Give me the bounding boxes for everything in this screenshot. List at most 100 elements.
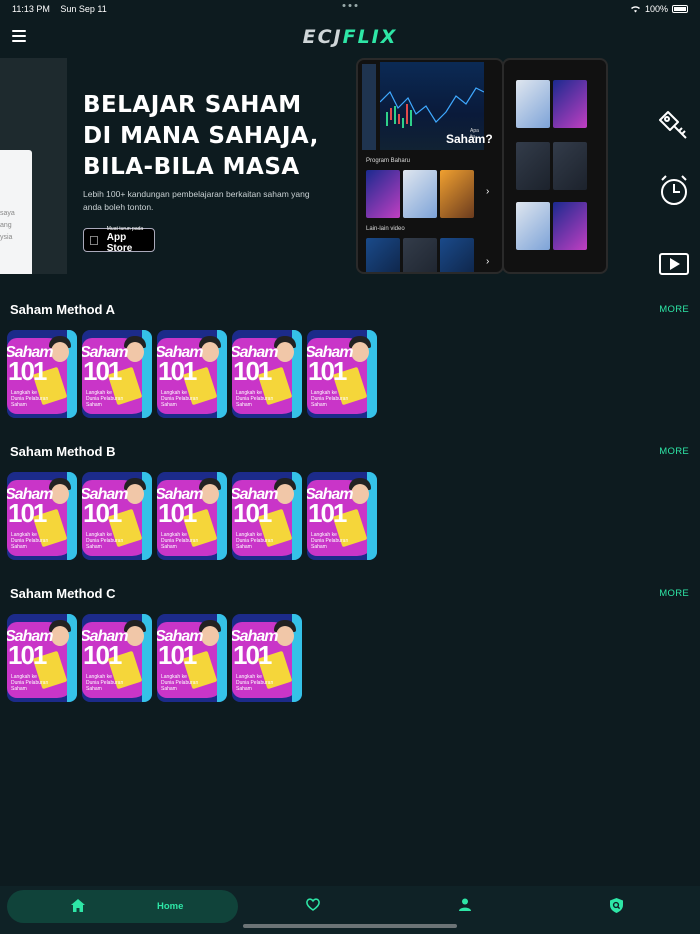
course-row-c: Saham 101 Langkah ke Dunia Pelaburan Saham… bbox=[7, 614, 302, 702]
phone-mockup-main: Apa itu Saham? Program Baharu › Lain-lai… bbox=[356, 58, 504, 274]
phone-thumb bbox=[553, 202, 587, 250]
course-card[interactable]: Saham 101 Langkah ke Dunia Pelaburan Saham bbox=[307, 472, 377, 560]
phone2-row2 bbox=[516, 142, 587, 190]
card-caption: Langkah ke Dunia Pelaburan Saham bbox=[236, 390, 274, 408]
card-number: 101 bbox=[158, 356, 197, 386]
card-number: 101 bbox=[308, 498, 347, 528]
course-row-a: Saham 101 Langkah ke Dunia Pelaburan Saham… bbox=[7, 330, 377, 418]
course-card[interactable]: Saham 101 Langkah ke Dunia Pelaburan Saham bbox=[232, 614, 302, 702]
card-number: 101 bbox=[8, 640, 47, 670]
card-number: 101 bbox=[8, 498, 47, 528]
course-card[interactable]: Saham 101 Langkah ke Dunia Pelaburan Saham bbox=[157, 472, 227, 560]
card-number: 101 bbox=[83, 640, 122, 670]
shield-search-icon[interactable] bbox=[610, 898, 623, 913]
prev-slide-text-3: ysia bbox=[0, 234, 13, 241]
course-card[interactable]: Saham 101 Langkah ke Dunia Pelaburan Saham bbox=[82, 614, 152, 702]
phone-mockup-secondary bbox=[502, 58, 608, 274]
phone-thumb bbox=[403, 170, 437, 218]
status-date: Sun Sep 11 bbox=[60, 4, 107, 14]
card-caption: Langkah ke Dunia Pelaburan Saham bbox=[11, 390, 49, 408]
alarm-clock-icon[interactable] bbox=[656, 172, 692, 208]
card-number: 101 bbox=[158, 498, 197, 528]
course-card[interactable]: Saham 101 Langkah ke Dunia Pelaburan Saham bbox=[7, 614, 77, 702]
key-tag-icon[interactable] bbox=[656, 106, 692, 142]
battery-icon bbox=[672, 5, 688, 13]
logo-part1: ECJ bbox=[302, 26, 343, 48]
heart-icon[interactable] bbox=[306, 898, 320, 911]
card-caption: Langkah ke Dunia Pelaburan Saham bbox=[11, 674, 49, 692]
card-number: 101 bbox=[83, 356, 122, 386]
app-header: ECJFLIX bbox=[0, 20, 700, 54]
phone-other-row bbox=[366, 238, 474, 272]
card-number: 101 bbox=[233, 640, 272, 670]
card-presenter bbox=[126, 484, 144, 504]
wifi-icon bbox=[630, 6, 640, 13]
course-card[interactable]: Saham 101 Langkah ke Dunia Pelaburan Saham bbox=[157, 614, 227, 702]
card-caption: Langkah ke Dunia Pelaburan Saham bbox=[236, 674, 274, 692]
card-caption: Langkah ke Dunia Pelaburan Saham bbox=[11, 532, 49, 550]
course-card[interactable]: Saham 101 Langkah ke Dunia Pelaburan Saham bbox=[157, 330, 227, 418]
hamburger-menu-icon[interactable] bbox=[12, 30, 26, 42]
status-left: 11:13 PM Sun Sep 11 bbox=[12, 4, 115, 14]
course-card[interactable]: Saham 101 Langkah ke Dunia Pelaburan Saham bbox=[82, 330, 152, 418]
apple-icon:  bbox=[89, 234, 99, 247]
phone-featured-video: Apa itu Saham? bbox=[380, 62, 493, 150]
card-caption: Langkah ke Dunia Pelaburan Saham bbox=[311, 532, 349, 550]
card-presenter bbox=[201, 342, 219, 362]
hero-prev-slide-card: saya ang ysia bbox=[0, 150, 32, 274]
status-bar: 11:13 PM Sun Sep 11 100% bbox=[0, 0, 700, 18]
app-logo[interactable]: ECJFLIX bbox=[303, 26, 398, 48]
hero-banner[interactable]: saya ang ysia BELAJAR SAHAM DI MANA SAHA… bbox=[0, 58, 700, 274]
hero-title-line1: BELAJAR SAHAM bbox=[83, 92, 302, 118]
card-number: 101 bbox=[233, 498, 272, 528]
hero-title: BELAJAR SAHAM DI MANA SAHAJA, BILA-BILA … bbox=[83, 90, 353, 183]
hero-title-line3: BILA-BILA MASA bbox=[83, 154, 300, 180]
course-card[interactable]: Saham 101 Langkah ke Dunia Pelaburan Saham bbox=[7, 330, 77, 418]
card-caption: Langkah ke Dunia Pelaburan Saham bbox=[161, 532, 199, 550]
phone-thumb bbox=[440, 238, 474, 272]
card-presenter bbox=[351, 484, 369, 504]
card-presenter bbox=[51, 484, 69, 504]
profile-icon[interactable] bbox=[459, 898, 471, 911]
status-right: 100% bbox=[630, 4, 688, 14]
card-caption: Langkah ke Dunia Pelaburan Saham bbox=[86, 390, 124, 408]
course-card[interactable]: Saham 101 Langkah ke Dunia Pelaburan Saham bbox=[232, 330, 302, 418]
phone-thumb bbox=[366, 170, 400, 218]
nav-home-tab[interactable]: Home bbox=[7, 890, 238, 923]
multitasking-dots-icon[interactable] bbox=[342, 4, 358, 7]
card-number: 101 bbox=[8, 356, 47, 386]
card-caption: Langkah ke Dunia Pelaburan Saham bbox=[311, 390, 349, 408]
card-number: 101 bbox=[158, 640, 197, 670]
card-number: 101 bbox=[83, 498, 122, 528]
status-time: 11:13 PM bbox=[12, 4, 50, 14]
card-caption: Langkah ke Dunia Pelaburan Saham bbox=[86, 532, 124, 550]
phone-program-row bbox=[366, 170, 474, 218]
card-presenter bbox=[201, 484, 219, 504]
section-title-c: Saham Method C bbox=[10, 586, 116, 601]
phone-chevron-right-icon: › bbox=[486, 256, 490, 267]
card-presenter bbox=[276, 484, 294, 504]
home-icon bbox=[71, 899, 85, 912]
appstore-big-text: App Store bbox=[97, 232, 145, 254]
home-indicator[interactable] bbox=[243, 924, 457, 928]
course-card[interactable]: Saham 101 Langkah ke Dunia Pelaburan Saham bbox=[82, 472, 152, 560]
course-card[interactable]: Saham 101 Langkah ke Dunia Pelaburan Saham bbox=[307, 330, 377, 418]
card-caption: Langkah ke Dunia Pelaburan Saham bbox=[161, 390, 199, 408]
course-row-b: Saham 101 Langkah ke Dunia Pelaburan Saham… bbox=[7, 472, 377, 560]
card-number: 101 bbox=[233, 356, 272, 386]
nav-home-label: Home bbox=[157, 901, 184, 912]
card-number: 101 bbox=[308, 356, 347, 386]
more-link-b[interactable]: MORE bbox=[659, 446, 689, 457]
course-card[interactable]: Saham 101 Langkah ke Dunia Pelaburan Saham bbox=[7, 472, 77, 560]
logo-part2: FLIX bbox=[342, 26, 398, 48]
more-link-c[interactable]: MORE bbox=[659, 588, 689, 599]
course-card[interactable]: Saham 101 Langkah ke Dunia Pelaburan Saham bbox=[232, 472, 302, 560]
phone-thumb bbox=[553, 80, 587, 128]
video-play-icon[interactable] bbox=[656, 246, 692, 282]
phone-program-label: Program Baharu bbox=[366, 158, 411, 164]
phone-video-question: Saham? bbox=[446, 132, 493, 146]
phone-chevron-right-icon: › bbox=[486, 186, 490, 197]
app-store-button[interactable]:  Muat turun pada App Store bbox=[83, 226, 155, 254]
card-presenter bbox=[201, 626, 219, 646]
more-link-a[interactable]: MORE bbox=[659, 304, 689, 315]
